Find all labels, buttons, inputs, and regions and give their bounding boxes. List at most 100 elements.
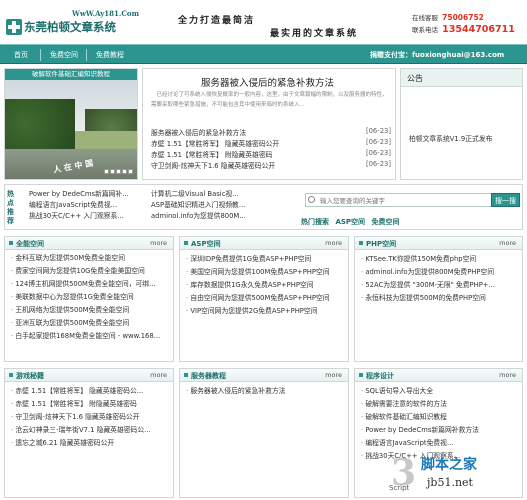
nav-divider: [86, 49, 87, 61]
slide-dot[interactable]: [116, 169, 121, 174]
notice-box: 公告 柏顿文章系统V1.9正式发布: [400, 68, 523, 180]
article-list: 赤壁 1.51【常胜将军】 隐藏英雄密码公... 赤壁 1.51【常胜将军】 附…: [11, 385, 151, 450]
list-item[interactable]: 赤壁 1.51【常胜将军】 附隐藏英雄密码: [11, 398, 151, 411]
hot-recommend: 热点推荐 Power by DedeCms新篇网补... 编程语言JavaScr…: [4, 184, 523, 230]
more-link[interactable]: more: [150, 239, 167, 247]
main-nav: 首页 免费空间 免费教程 捐赠支付宝：fuoxionghuai@163.com: [0, 44, 527, 64]
panel-title[interactable]: 游戏秘籍: [16, 371, 44, 381]
list-item[interactable]: VIP空间网为您提供2G免费ASP+PHP空间: [186, 305, 330, 318]
qq-label: 在线客服: [412, 14, 438, 22]
bullet-icon: [359, 373, 363, 377]
hot-keyword[interactable]: 免费空间: [371, 218, 399, 226]
panel-title[interactable]: ASP空间: [191, 239, 221, 249]
more-link[interactable]: more: [150, 371, 167, 379]
panel-title[interactable]: PHP空间: [366, 239, 396, 249]
list-item[interactable]: 计算机二级Visual Basic视...: [151, 189, 246, 200]
panel-asp-space: ASP空间 more 深圳IDP免费提供1G免费ASP+PHP空间 美国空间网为您…: [179, 236, 349, 362]
list-item[interactable]: 挑战30天C/C++ 入门观察系...: [29, 211, 129, 222]
slide-dot[interactable]: [128, 169, 133, 174]
cross-logo-icon: [6, 19, 22, 35]
list-item[interactable]: 费家空间网为您提供10G免费全能美国空间: [11, 265, 160, 278]
hot-keywords-label: 热门搜索: [301, 218, 329, 226]
site-header: WwW.Ay181.Com 东莞柏顿文章系统 全力打造最简洁 最实用的文章系统 …: [0, 0, 527, 42]
hot-keywords: 热门搜索 ASP空间 免费空间: [301, 217, 403, 227]
more-link[interactable]: more: [499, 371, 516, 379]
list-item[interactable]: 深圳IDP免费提供1G免费ASP+PHP空间: [186, 253, 330, 266]
article-list: KTSee.TK你提供150M免费php空间 adminol.info为您提供8…: [361, 253, 495, 305]
article-list: 金科互联为您提供50M免费全能空间 费家空间网为您提供10G免费全能美国空间 1…: [11, 252, 160, 343]
list-item[interactable]: 沧云幻神录三-瑞年街V7.1 隐藏英雄密码公...: [11, 424, 150, 437]
list-item[interactable]: 美国空间网为您提供100M免费ASP+PHP空间: [186, 266, 329, 279]
panel-server-tutorial: 服务器教程 more 服务器被入侵后的紧急补救方法: [179, 368, 349, 498]
list-item[interactable]: 守卫剑阁-炫神天下1.6 隐藏英雄密码公开 [06-23]: [149, 160, 395, 171]
nav-home[interactable]: 首页: [14, 50, 28, 60]
list-item[interactable]: 52AC为您提供 "300M-无限" 免费PHP+...: [361, 279, 495, 292]
list-item[interactable]: 守卫剑阁-炫神天下1.6 隐藏英雄密码公开: [11, 411, 151, 424]
site-logo-text[interactable]: 东莞柏顿文章系统: [24, 19, 116, 35]
list-item[interactable]: adminol.info为您提供800M...: [151, 211, 246, 222]
panel-title[interactable]: 全能空间: [16, 239, 44, 249]
bullet-icon: [184, 373, 188, 377]
list-item[interactable]: 服务器被入侵后的紧急补救方法: [186, 385, 285, 398]
bullet-icon: [359, 241, 363, 245]
slogan-line-2: 最实用的文章系统: [270, 29, 359, 39]
hot-keyword[interactable]: ASP空间: [335, 218, 365, 226]
list-item[interactable]: 金科互联为您提供50M免费全能空间: [11, 252, 160, 265]
nav-free-tutorial[interactable]: 免费教程: [96, 50, 124, 60]
watermark-logo: 3 脚本之家 jb51.net Script: [385, 450, 525, 500]
search-button[interactable]: 搜一搜: [491, 193, 520, 207]
list-item[interactable]: 编程语言JavaScript免费视...: [361, 437, 479, 450]
list-item[interactable]: 破解软件基础汇编知识教程: [361, 411, 479, 424]
bullet-icon: [9, 373, 13, 377]
phone-label: 联系电话: [412, 26, 438, 34]
panel-title[interactable]: 程序设计: [366, 371, 394, 381]
panel-all-space: 全能空间 more 金科互联为您提供50M免费全能空间 费家空间网为您提供10G免…: [4, 236, 174, 362]
list-item[interactable]: 库存数据提供1G永久免费ASP+PHP空间: [186, 279, 330, 292]
list-item[interactable]: 赤壁 1.51【常胜将军】 隐藏英雄密码公...: [11, 385, 151, 398]
list-item[interactable]: 王机网络为您提供500M免费全能空间: [11, 304, 160, 317]
nav-free-space[interactable]: 免费空间: [50, 50, 78, 60]
featured-article: 服务器被入侵后的紧急补救方法 已经讨论了可系统入侵恢复概率的一般内容，这里，由于…: [142, 68, 396, 180]
slideshow-dots: [103, 168, 133, 176]
list-item[interactable]: 遗忘之城6.21 隐藏英雄密码公开: [11, 437, 151, 450]
list-item[interactable]: 白手起家提供168M免费全能空间 - www.168...: [11, 330, 160, 343]
hot-label: 热点推荐: [7, 190, 14, 225]
list-item[interactable]: 124博主机网提供500M免费全能空间，可绑...: [11, 278, 160, 291]
more-link[interactable]: more: [325, 371, 342, 379]
search-box: [305, 193, 495, 207]
panel-title[interactable]: 服务器教程: [191, 371, 226, 381]
list-item[interactable]: 赤壁 1.51【常胜将军】 隐藏英雄密码公开 [06-23]: [149, 138, 395, 149]
list-item[interactable]: Power by DedeCms新篇网补救方法: [361, 424, 479, 437]
slideshow-picture[interactable]: 破解软件基础汇编知识教程 人 在 中 国: [4, 68, 138, 180]
featured-list: 服务器被入侵后的紧急补救方法 [06-23] 赤壁 1.51【常胜将军】 隐藏英雄…: [149, 127, 395, 171]
article-list: 深圳IDP免费提供1G免费ASP+PHP空间 美国空间网为您提供100M免费AS…: [186, 253, 330, 318]
list-item[interactable]: 永恒科技为您提供500M的免费PHP空间: [361, 292, 495, 305]
site-url[interactable]: WwW.Ay181.Com: [72, 9, 139, 18]
nav-divider: [40, 49, 41, 61]
list-item[interactable]: 美联数据中心为您提供1G免费全能空间: [11, 291, 160, 304]
bullet-icon: [184, 241, 188, 245]
search-input[interactable]: [320, 196, 490, 205]
list-item[interactable]: 破解需要注意的软件的方法: [361, 398, 479, 411]
slide-dot[interactable]: [104, 169, 109, 174]
list-item[interactable]: 赤壁 1.51【常胜将军】 附隐藏英雄密码 [06-23]: [149, 149, 395, 160]
list-item[interactable]: KTSee.TK你提供150M免费php空间: [361, 253, 495, 266]
notice-item[interactable]: 柏顿文章系统V1.9正式发布: [409, 133, 492, 143]
list-item[interactable]: 编程语言JavaScript免费视...: [29, 200, 129, 211]
more-link[interactable]: more: [325, 239, 342, 247]
qq-value[interactable]: 75006752: [442, 13, 484, 22]
featured-title[interactable]: 服务器被入侵后的紧急补救方法: [201, 75, 334, 89]
slide-dot[interactable]: [122, 169, 127, 174]
list-item[interactable]: 亚洲互联为您提供500M免费全能空间: [11, 317, 160, 330]
list-item[interactable]: SQL语句导入导出大全: [361, 385, 479, 398]
list-item[interactable]: adminol.info为您提供800M免费PHP空间: [361, 266, 495, 279]
list-item[interactable]: Power by DedeCms新篇网补...: [29, 189, 129, 200]
more-link[interactable]: more: [499, 239, 516, 247]
bullet-icon: [9, 241, 13, 245]
list-item[interactable]: 自由空间网为您提供500M免费ASP+PHP空间: [186, 292, 329, 305]
slide-dot[interactable]: [110, 169, 115, 174]
list-item[interactable]: ASP基础知识精进入门视频教...: [151, 200, 246, 211]
slideshow-caption[interactable]: 破解软件基础汇编知识教程: [5, 69, 137, 80]
watermark-script: Script: [389, 484, 410, 492]
list-item[interactable]: 服务器被入侵后的紧急补救方法 [06-23]: [149, 127, 395, 138]
